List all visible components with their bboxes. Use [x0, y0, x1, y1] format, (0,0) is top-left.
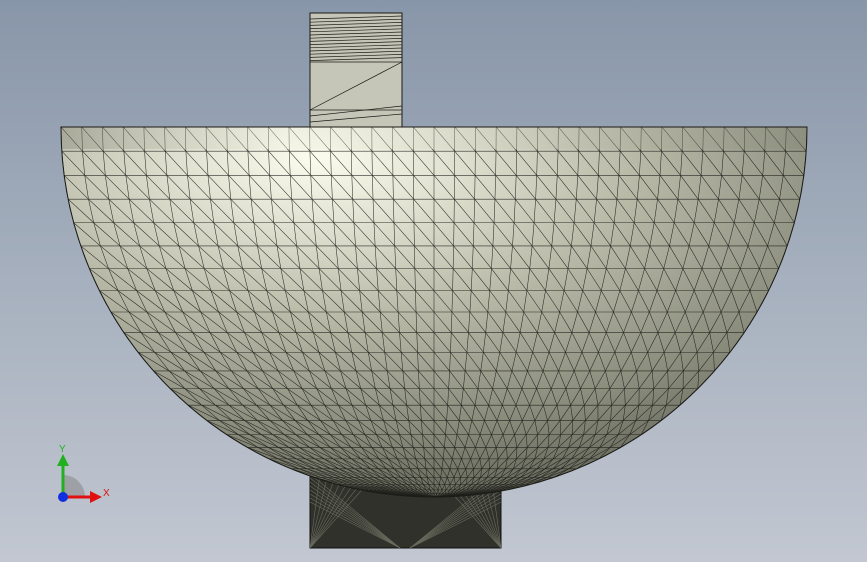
x-axis-label: X — [103, 488, 110, 499]
y-arrow-icon — [57, 454, 69, 466]
hemisphere-dome[interactable] — [60, 126, 808, 498]
model-scene[interactable] — [0, 0, 867, 562]
x-arrow-icon — [90, 491, 102, 503]
z-axis-icon — [58, 492, 68, 502]
top-shaft[interactable] — [309, 12, 403, 130]
graphics-viewport[interactable]: Y X — [0, 0, 867, 562]
axis-triad: Y X — [57, 444, 110, 503]
y-axis-label: Y — [59, 444, 66, 455]
